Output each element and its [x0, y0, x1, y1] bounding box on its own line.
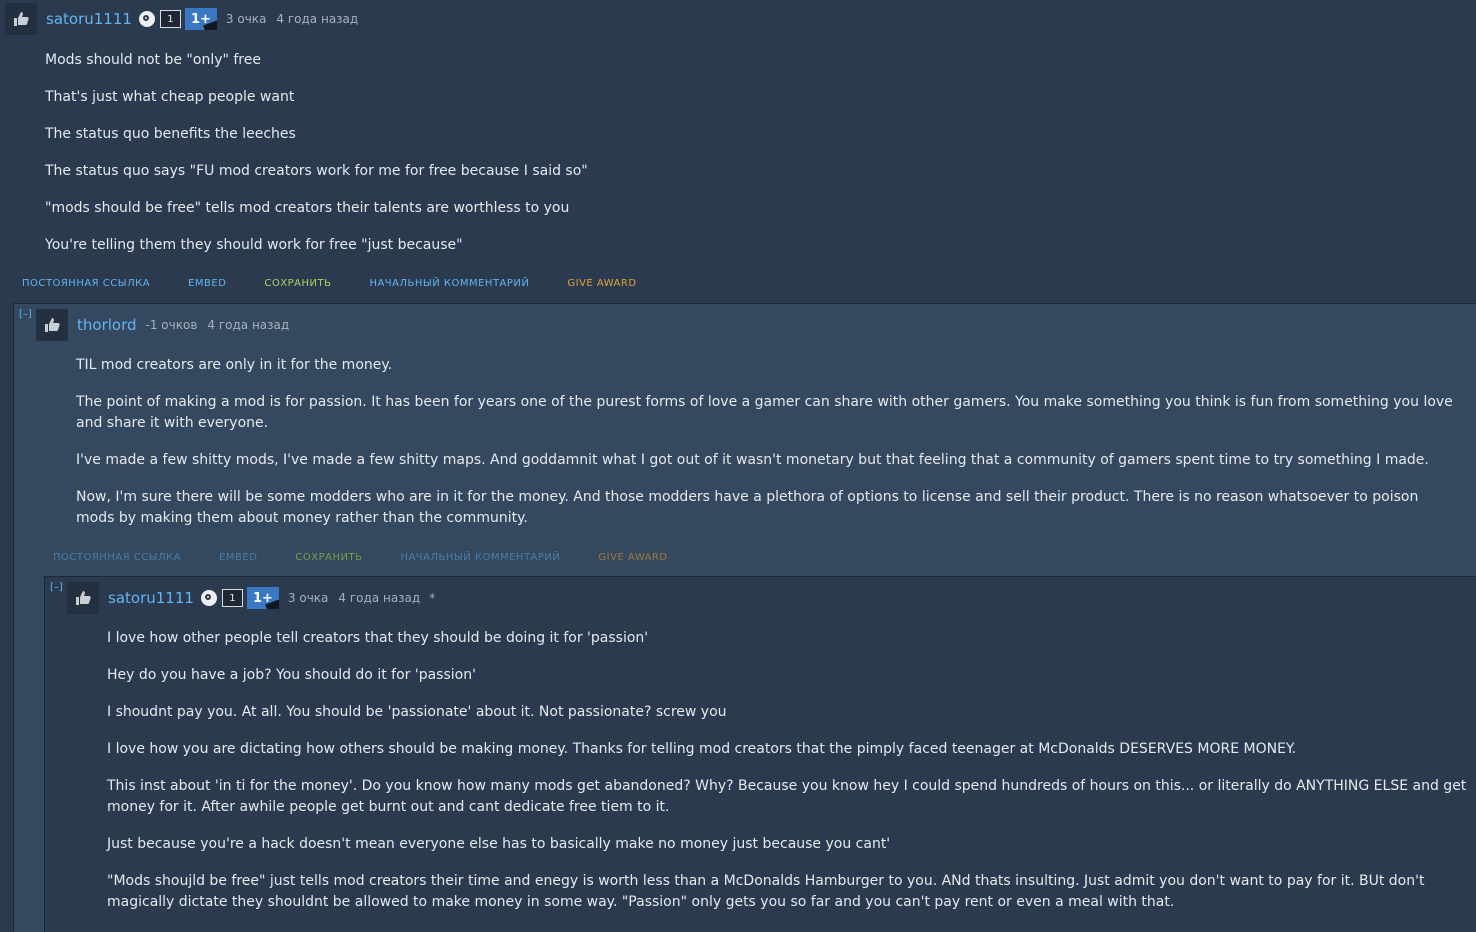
- timestamp: 4 года назад: [276, 12, 359, 26]
- timestamp: 4 года назад: [338, 591, 421, 605]
- parent-comment-button[interactable]: НАЧАЛЬНЫЙ КОММЕНТАРИЙ: [369, 278, 529, 289]
- plus-badge-label: 1+: [252, 590, 273, 606]
- save-button[interactable]: СОХРАНИТЬ: [264, 278, 331, 289]
- comment-body: TIL mod creators are only in it for the …: [76, 355, 1461, 545]
- paragraph: That's just what cheap people want: [45, 89, 295, 105]
- comment-header: satoru1111 1 1+ 3 очка 4 года назад *: [67, 582, 435, 614]
- comment-body: I love how other people tell creators th…: [107, 628, 1472, 929]
- save-button[interactable]: СОХРАНИТЬ: [295, 552, 362, 563]
- paragraph: Just because you're a hack doesn't mean …: [107, 836, 891, 852]
- timestamp: 4 года назад: [207, 318, 290, 332]
- thumbs-up-icon: [76, 591, 91, 605]
- paragraph: I shoudnt pay you. At all. You should be…: [107, 704, 727, 720]
- paragraph: "mods should be free" tells mod creators…: [45, 200, 570, 216]
- paragraph: The status quo benefits the leeches: [45, 126, 296, 142]
- paragraph: "Mods shoujld be free" just tells mod cr…: [107, 873, 1425, 910]
- collapse-toggle[interactable]: [–]: [50, 583, 63, 593]
- permalink-button[interactable]: ПОСТОЯННАЯ ССЫЛКА: [22, 278, 150, 289]
- paragraph: You're telling them they should work for…: [45, 237, 463, 253]
- paragraph: The point of making a mod is for passion…: [76, 394, 1453, 431]
- thumbs-up-icon: [14, 12, 29, 26]
- paragraph: This inst about 'in ti for the money'. D…: [107, 778, 1467, 815]
- comment-actions: ПОСТОЯННАЯ ССЫЛКА EMBED СОХРАНИТЬ НАЧАЛЬ…: [22, 275, 675, 291]
- plus-badge: 1+: [246, 587, 279, 609]
- avatar[interactable]: [36, 309, 68, 341]
- avatar[interactable]: [67, 582, 99, 614]
- comment-header: satoru1111 1 1+ 3 очка 4 года назад: [5, 3, 358, 35]
- collapse-toggle[interactable]: [–]: [19, 310, 32, 320]
- steam-icon: [138, 11, 155, 27]
- embed-button[interactable]: EMBED: [188, 278, 226, 289]
- parent-comment-button[interactable]: НАЧАЛЬНЫЙ КОММЕНТАРИЙ: [400, 552, 560, 563]
- username-link[interactable]: satoru1111: [46, 10, 132, 28]
- comment-thorlord: [–] thorlord -1 очков 4 года назад TIL m…: [13, 303, 1476, 932]
- username-link[interactable]: thorlord: [77, 316, 137, 334]
- avatar[interactable]: [5, 3, 37, 35]
- paragraph: I love how you are dictating how others …: [107, 741, 1297, 757]
- comment-body: Mods should not be "only" free That's ju…: [45, 50, 1445, 272]
- comment-actions: ПОСТОЯННАЯ ССЫЛКА EMBED СОХРАНИТЬ НАЧАЛЬ…: [53, 549, 706, 565]
- points: 3 очка: [287, 591, 329, 605]
- comment-header: thorlord -1 очков 4 года назад: [36, 309, 289, 341]
- paragraph: Hey do you have a job? You should do it …: [107, 667, 476, 683]
- paragraph: I've made a few shitty mods, I've made a…: [76, 452, 1429, 468]
- plus-badge: 1+: [184, 8, 217, 30]
- give-award-button[interactable]: GIVE AWARD: [598, 552, 667, 563]
- comment-satoru-reply: [–] satoru1111 1 1+ 3 очка 4 года назад …: [44, 576, 1476, 932]
- thumbs-up-icon: [45, 318, 60, 332]
- permalink-button[interactable]: ПОСТОЯННАЯ ССЫЛКА: [53, 552, 181, 563]
- paragraph: I love how other people tell creators th…: [107, 630, 649, 646]
- level-badge: 1: [159, 10, 181, 28]
- steam-icon: [200, 590, 217, 606]
- level-badge: 1: [221, 589, 243, 607]
- points: 3 очка: [225, 12, 267, 26]
- give-award-button[interactable]: GIVE AWARD: [567, 278, 636, 289]
- points: -1 очков: [145, 318, 198, 332]
- paragraph: The status quo says "FU mod creators wor…: [45, 163, 588, 179]
- username-link[interactable]: satoru1111: [108, 589, 194, 607]
- edited-marker: *: [429, 591, 436, 605]
- paragraph: Mods should not be "only" free: [45, 52, 261, 68]
- embed-button[interactable]: EMBED: [219, 552, 257, 563]
- plus-badge-label: 1+: [190, 11, 211, 27]
- paragraph: TIL mod creators are only in it for the …: [76, 357, 393, 373]
- comment-thread: satoru1111 1 1+ 3 очка 4 года назад Mods…: [0, 0, 1476, 932]
- paragraph: Now, I'm sure there will be some modders…: [76, 489, 1419, 526]
